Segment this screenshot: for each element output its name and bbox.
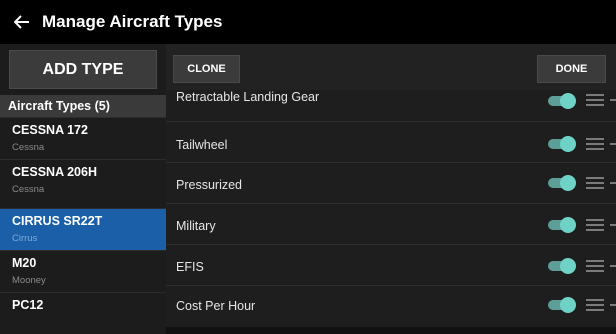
aircraft-type-name: CIRRUS SR22T [12,214,103,228]
aircraft-type-manufacturer: Cessna [12,184,45,195]
feature-label: Military [176,219,216,233]
aircraft-type-name: PC12 [12,298,44,312]
drag-handle-icon[interactable] [586,93,616,107]
feature-panel: Retractable Landing Gear Tailwheel Press… [166,44,616,327]
aircraft-type-item[interactable]: CESSNA 206H Cessna [0,159,166,201]
add-type-button[interactable]: ADD TYPE [9,50,157,89]
title-bar: Manage Aircraft Types [0,0,616,44]
feature-toggle[interactable] [548,136,576,152]
feature-toggle[interactable] [548,297,576,313]
drag-handle-icon[interactable] [586,176,616,190]
feature-label: Retractable Landing Gear [176,90,320,104]
arrow-left-icon[interactable] [2,0,42,44]
feature-row: Military [166,204,616,245]
feature-toggle[interactable] [548,217,576,233]
drag-handle-icon[interactable] [586,137,616,151]
toolbar: CLONE DONE [166,44,616,90]
feature-toggle[interactable] [548,93,576,109]
feature-toggle[interactable] [548,258,576,274]
aircraft-type-item-selected[interactable]: CIRRUS SR22T Cirrus [0,208,166,250]
feature-row: Tailwheel [166,122,616,163]
aircraft-type-item[interactable]: M20 Mooney [0,250,166,292]
aircraft-type-name: CESSNA 206H [12,165,97,179]
feature-toggle[interactable] [548,175,576,191]
drag-handle-icon[interactable] [586,218,616,232]
drag-handle-icon[interactable] [586,298,616,312]
clone-button[interactable]: CLONE [173,55,240,83]
aircraft-type-list-panel: ADD TYPE Aircraft Types (5) CESSNA 172 C… [0,44,166,334]
feature-row: EFIS [166,245,616,286]
drag-handle-icon[interactable] [586,259,616,273]
aircraft-type-name: CESSNA 172 [12,123,88,137]
feature-label: EFIS [176,260,204,274]
list-header: Aircraft Types (5) [0,95,166,117]
feature-label: Pressurized [176,178,242,192]
aircraft-type-item[interactable]: CESSNA 172 Cessna [0,117,166,159]
aircraft-type-manufacturer: Cirrus [12,233,38,244]
aircraft-type-name: M20 [12,256,37,270]
done-button[interactable]: DONE [537,55,606,83]
feature-label: Tailwheel [176,138,228,152]
aircraft-type-manufacturer: Mooney [12,275,46,286]
feature-row: Pressurized [166,163,616,204]
page-title: Manage Aircraft Types [42,12,223,31]
aircraft-type-manufacturer: Cessna [12,142,45,153]
aircraft-type-item[interactable]: PC12 [0,292,166,334]
feature-label: Cost Per Hour [176,299,256,313]
